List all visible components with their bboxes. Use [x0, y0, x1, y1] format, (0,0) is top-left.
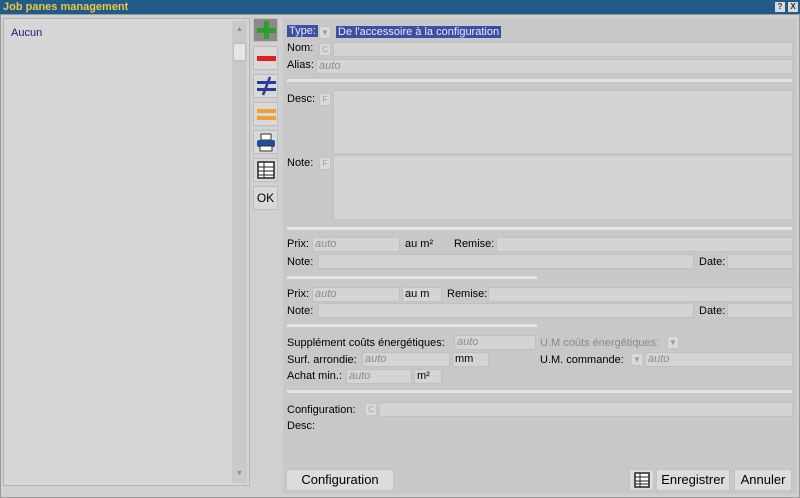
- compare-button[interactable]: [253, 74, 278, 98]
- note-format-button[interactable]: F: [319, 157, 331, 170]
- surf-label: Surf. arrondie:: [287, 354, 357, 366]
- alias-input[interactable]: auto: [316, 59, 793, 74]
- vertical-toolbar: OK: [253, 18, 278, 218]
- nom-input[interactable]: [333, 42, 793, 57]
- note-textarea[interactable]: [333, 155, 793, 220]
- ok-label: OK: [256, 191, 275, 205]
- config-code-button[interactable]: C: [365, 403, 377, 416]
- equal-icon: [256, 109, 276, 120]
- cancel-button[interactable]: Annuler: [734, 469, 792, 491]
- remise-label: Remise:: [454, 238, 495, 250]
- surf-input[interactable]: auto: [362, 352, 450, 367]
- record-list[interactable]: Aucun ▲ ▼: [3, 18, 250, 486]
- prix-unit: au m: [402, 287, 442, 302]
- close-button[interactable]: X: [788, 2, 798, 12]
- grid-icon: [256, 161, 275, 179]
- prix-input[interactable]: auto: [312, 237, 400, 252]
- supplement-input[interactable]: auto: [454, 335, 536, 350]
- window-title: Job panes management: [3, 1, 129, 13]
- chevron-down-icon[interactable]: ▼: [667, 336, 679, 349]
- table-view-button[interactable]: [629, 469, 654, 491]
- plus-icon: [256, 21, 276, 39]
- alias-label: Alias:: [287, 59, 314, 71]
- remise-input[interactable]: [488, 287, 793, 302]
- supplement-label: Supplément coûts énergétiques:: [287, 337, 445, 349]
- configuration-button[interactable]: Configuration: [286, 469, 394, 491]
- config-label: Configuration:: [287, 404, 356, 416]
- nom-code-button[interactable]: C: [319, 43, 331, 56]
- separator: [287, 227, 792, 230]
- surf-unit: mm: [452, 352, 489, 367]
- not-equal-icon: [256, 76, 276, 96]
- type-select[interactable]: De l'accessoire à la configuration: [333, 25, 793, 40]
- duplicate-button[interactable]: [253, 102, 278, 126]
- remove-button[interactable]: [253, 46, 278, 70]
- scroll-up-icon[interactable]: ▲: [232, 23, 247, 37]
- date-label: Date:: [699, 256, 726, 268]
- date-input[interactable]: [727, 303, 793, 318]
- config-input[interactable]: [379, 402, 793, 417]
- list-scrollbar[interactable]: ▲ ▼: [232, 21, 247, 483]
- remise-label: Remise:: [447, 288, 488, 300]
- table-button[interactable]: [253, 158, 278, 182]
- printer-icon: [256, 133, 275, 152]
- note-label: Note:: [287, 157, 314, 169]
- chevron-down-icon[interactable]: ▼: [319, 26, 331, 39]
- prix-label: Prix:: [287, 238, 309, 250]
- grid-icon: [633, 472, 650, 488]
- help-button[interactable]: ?: [775, 2, 785, 12]
- scroll-thumb[interactable]: [233, 43, 246, 61]
- type-label: Type:: [287, 25, 318, 37]
- nom-label: Nom:: [287, 42, 314, 54]
- minus-icon: [256, 56, 276, 61]
- separator: [287, 390, 792, 393]
- prix-unit: au m²: [402, 237, 450, 252]
- list-item[interactable]: Aucun: [11, 27, 42, 39]
- desc-textarea[interactable]: [333, 90, 793, 154]
- desc-format-button[interactable]: F: [319, 93, 331, 106]
- price-note-input[interactable]: [318, 303, 694, 318]
- save-button[interactable]: Enregistrer: [656, 469, 730, 491]
- desc-label: Desc:: [287, 93, 316, 105]
- date-input[interactable]: [727, 254, 793, 269]
- prix-label: Prix:: [287, 288, 309, 300]
- separator: [287, 79, 792, 82]
- price-note-input[interactable]: [318, 254, 694, 269]
- chevron-down-icon[interactable]: ▼: [631, 353, 643, 366]
- achat-input[interactable]: auto: [346, 369, 412, 384]
- ok-button[interactable]: OK: [253, 186, 278, 210]
- date-label: Date:: [699, 305, 726, 317]
- achat-unit: m²: [414, 369, 442, 384]
- price-note-label: Note:: [287, 305, 314, 317]
- remise-input[interactable]: [496, 237, 793, 252]
- um-commande-label: U.M. commande:: [540, 354, 624, 366]
- achat-label: Achat min.:: [287, 370, 343, 382]
- um-couts-label: U.M coûts énergétiques:: [540, 337, 660, 349]
- config-desc-label: Desc:: [287, 420, 316, 432]
- separator: [287, 324, 537, 327]
- add-button[interactable]: [253, 18, 278, 42]
- form-panel: Type: ▼ De l'accessoire à la configurati…: [283, 18, 797, 494]
- price-note-label: Note:: [287, 256, 314, 268]
- um-commande-input[interactable]: auto: [645, 352, 793, 367]
- scroll-down-icon[interactable]: ▼: [232, 467, 247, 481]
- prix-input[interactable]: auto: [312, 287, 400, 302]
- print-button[interactable]: [253, 130, 278, 154]
- title-bar: Job panes management ? X: [0, 0, 800, 14]
- separator: [287, 276, 537, 279]
